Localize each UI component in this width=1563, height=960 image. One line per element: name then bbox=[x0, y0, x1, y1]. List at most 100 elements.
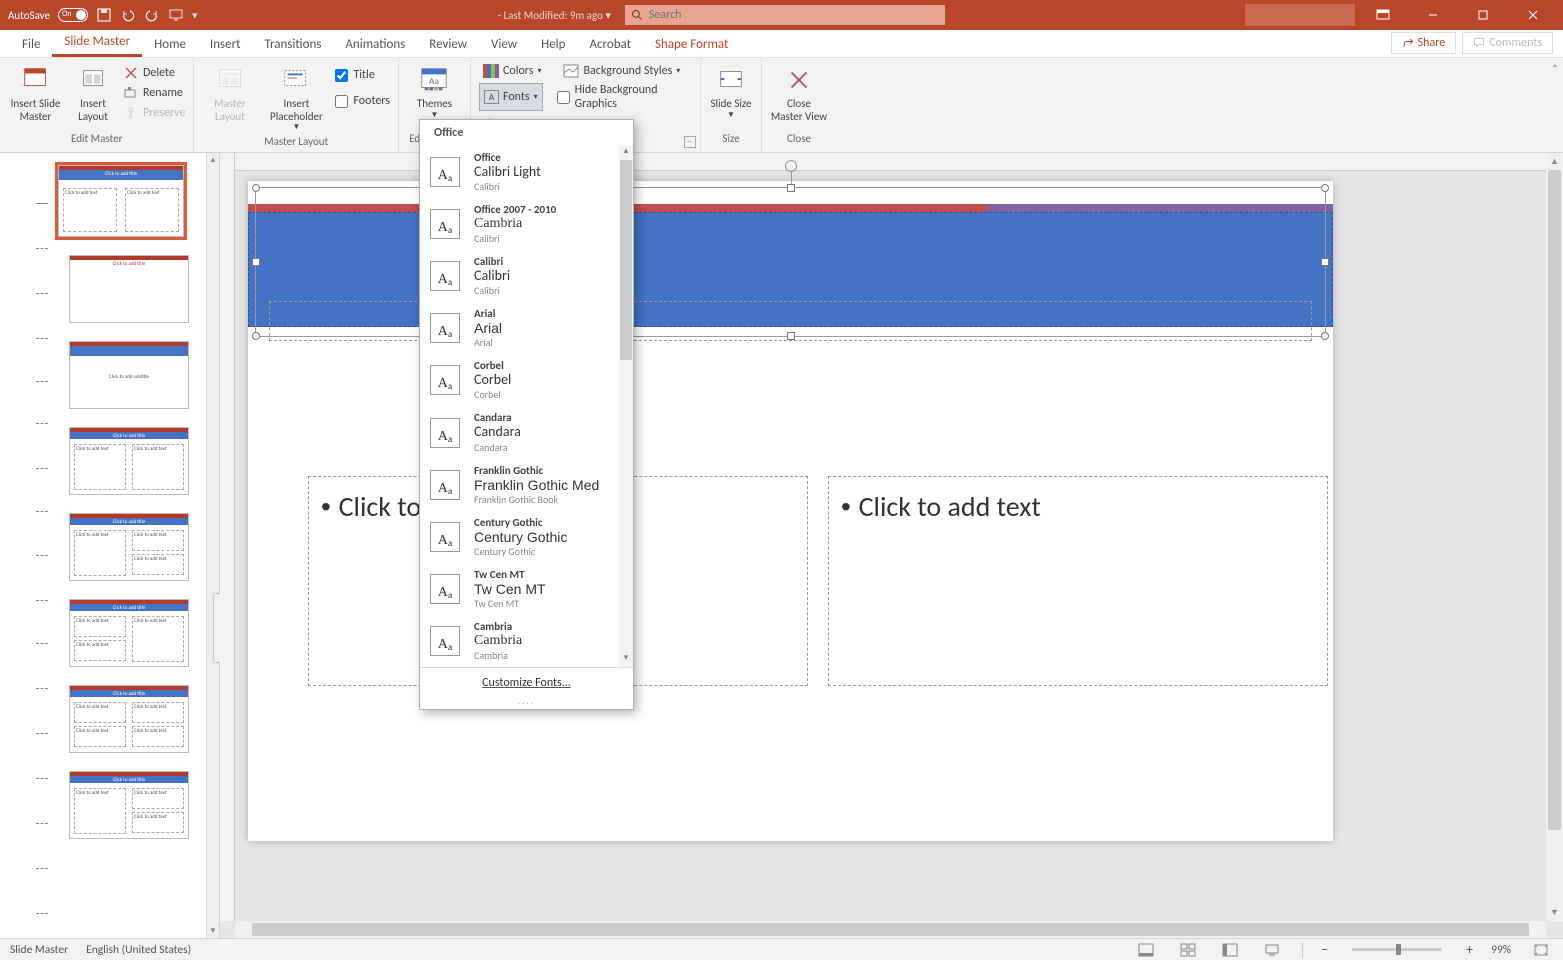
maximize-button[interactable] bbox=[1461, 0, 1505, 30]
search-box[interactable] bbox=[625, 5, 945, 25]
font-body-name: Calibri bbox=[474, 180, 541, 193]
fit-to-window-icon[interactable] bbox=[1529, 941, 1553, 959]
layout-thumbnail[interactable]: Click to add title bbox=[69, 255, 189, 323]
tab-slide-master[interactable]: Slide Master bbox=[52, 29, 142, 57]
colors-button[interactable]: Colors▾ bbox=[479, 62, 546, 80]
slideshow-view-icon[interactable] bbox=[1260, 941, 1284, 959]
layout-thumbnail[interactable]: Click to add title Click to add text Cli… bbox=[69, 513, 189, 581]
reading-view-icon[interactable] bbox=[1218, 941, 1242, 959]
font-scheme-item[interactable]: AaCandaraCandaraCandara bbox=[420, 406, 633, 458]
redo-icon[interactable] bbox=[144, 7, 160, 23]
delete-button[interactable]: Delete bbox=[123, 65, 185, 81]
font-scheme-item[interactable]: AaOffice 2007 - 2010CambriaCalibri bbox=[420, 198, 633, 250]
background-dialog-launcher[interactable]: ⌐ bbox=[684, 136, 696, 148]
zoom-slider[interactable] bbox=[1352, 948, 1442, 951]
preserve-button[interactable]: Preserve bbox=[123, 105, 185, 121]
close-button[interactable] bbox=[1511, 0, 1555, 30]
font-scheme-item[interactable]: AaArialArialArial bbox=[420, 302, 633, 354]
title-checkbox[interactable]: Title bbox=[335, 68, 390, 82]
font-scheme-item[interactable]: AaCalibriCalibriCalibri bbox=[420, 250, 633, 302]
background-styles-button[interactable]: Background Styles▾ bbox=[559, 62, 684, 80]
font-heading-name: Tw Cen MT bbox=[474, 581, 546, 597]
font-scheme-item[interactable]: AaCambriaCambriaCambria bbox=[420, 615, 633, 667]
tab-help[interactable]: Help bbox=[529, 32, 577, 57]
font-body-name: Tw Cen MT bbox=[474, 597, 546, 610]
layout-thumbnail[interactable]: Click to add title Click to add text Cli… bbox=[69, 771, 189, 839]
status-language[interactable]: English (United States) bbox=[86, 943, 191, 957]
tab-file[interactable]: File bbox=[10, 32, 52, 57]
insert-slide-master-button[interactable]: Insert Slide Master bbox=[8, 62, 63, 123]
zoom-out-button[interactable]: − bbox=[1321, 941, 1328, 958]
layout-thumbnail[interactable]: Click to add subtitle bbox=[69, 341, 189, 409]
themes-button[interactable]: AaThemes▼ bbox=[407, 62, 462, 120]
resize-handle[interactable] bbox=[1321, 184, 1329, 192]
slide-size-button[interactable]: Slide Size▼ bbox=[709, 62, 753, 120]
font-scheme-item[interactable]: AaFranklin GothicFranklin Gothic MedFran… bbox=[420, 459, 633, 511]
resize-handle[interactable] bbox=[252, 332, 260, 340]
dropdown-resize-grip[interactable]: ···· bbox=[420, 698, 633, 709]
font-heading-name: Franklin Gothic Med bbox=[474, 477, 599, 493]
fonts-list[interactable]: AaOfficeCalibri LightCalibriAaOffice 200… bbox=[420, 146, 633, 667]
normal-view-icon[interactable] bbox=[1134, 941, 1158, 959]
layout-thumbnail[interactable]: Click to add title Click to add text Cli… bbox=[69, 599, 189, 667]
autosave-toggle[interactable]: On bbox=[58, 8, 88, 22]
ribbon-display-options[interactable] bbox=[1361, 0, 1405, 30]
font-preview-icon: Aa bbox=[430, 157, 460, 187]
slide-canvas[interactable]: • Click to add text • Click to add text bbox=[248, 181, 1333, 841]
tab-view[interactable]: View bbox=[479, 32, 529, 57]
selection-frame[interactable] bbox=[255, 187, 1326, 337]
font-scheme-item[interactable]: AaOfficeCalibri LightCalibri bbox=[420, 146, 633, 198]
tab-home[interactable]: Home bbox=[142, 32, 198, 57]
tab-shape-format[interactable]: Shape Format bbox=[643, 32, 740, 57]
master-thumbnail[interactable]: Click to add title Click to add text Cli… bbox=[58, 165, 184, 237]
resize-handle[interactable] bbox=[787, 184, 795, 192]
save-icon[interactable] bbox=[96, 7, 112, 23]
font-scheme-item[interactable]: AaCorbelCorbelCorbel bbox=[420, 354, 633, 406]
resize-handle[interactable] bbox=[1321, 258, 1329, 266]
font-scheme-item[interactable]: AaTw Cen MTTw Cen MTTw Cen MT bbox=[420, 563, 633, 615]
vertical-scrollbar[interactable]: ▲▼ bbox=[1546, 153, 1563, 921]
tab-insert[interactable]: Insert bbox=[198, 32, 253, 57]
resize-handle[interactable] bbox=[1321, 332, 1329, 340]
close-master-view-button[interactable]: Close Master View bbox=[770, 62, 828, 123]
share-button[interactable]: Share bbox=[1391, 32, 1457, 54]
last-modified[interactable]: - Last Modified: 9m ago ▾ bbox=[498, 9, 611, 22]
font-body-name: Century Gothic bbox=[474, 545, 567, 558]
horizontal-scrollbar[interactable] bbox=[235, 921, 1546, 938]
svg-text:Aa: Aa bbox=[430, 75, 440, 87]
customize-fonts-button[interactable]: Customize Fonts... bbox=[420, 667, 633, 698]
panel-scrollbar[interactable]: ▲▼ bbox=[206, 153, 219, 938]
layout-thumbnail[interactable]: Click to add title Click to add text Cli… bbox=[69, 427, 189, 495]
sorter-view-icon[interactable] bbox=[1176, 941, 1200, 959]
content-placeholder-right[interactable]: • Click to add text bbox=[828, 476, 1328, 686]
font-preview-icon: Aa bbox=[430, 470, 460, 500]
search-input[interactable] bbox=[649, 8, 939, 22]
tab-transitions[interactable]: Transitions bbox=[252, 32, 333, 57]
tab-animations[interactable]: Animations bbox=[333, 32, 417, 57]
font-scheme-item[interactable]: AaCentury GothicCentury GothicCentury Go… bbox=[420, 511, 633, 563]
minimize-button[interactable] bbox=[1411, 0, 1455, 30]
thumbnails-list[interactable]: Click to add title Click to add text Cli… bbox=[54, 153, 206, 938]
resize-handle[interactable] bbox=[787, 332, 795, 340]
zoom-in-button[interactable]: + bbox=[1466, 941, 1473, 958]
slideshow-icon[interactable] bbox=[168, 7, 184, 23]
zoom-level[interactable]: 99% bbox=[1491, 943, 1511, 957]
insert-placeholder-button[interactable]: Insert Placeholder▼ bbox=[263, 62, 329, 132]
resize-handle[interactable] bbox=[252, 258, 260, 266]
tab-review[interactable]: Review bbox=[417, 32, 479, 57]
resize-handle[interactable] bbox=[252, 184, 260, 192]
font-body-name: Calibri bbox=[474, 232, 556, 245]
undo-icon[interactable] bbox=[120, 7, 136, 23]
fonts-button[interactable]: AFonts▾ bbox=[479, 83, 543, 111]
insert-layout-button[interactable]: Insert Layout bbox=[69, 62, 117, 123]
collapse-ribbon-icon[interactable]: ⌃ bbox=[1551, 62, 1559, 75]
rotate-handle[interactable] bbox=[785, 160, 797, 172]
layout-thumbnail[interactable]: Click to add title Click to add text Cli… bbox=[69, 685, 189, 753]
rename-button[interactable]: Rename bbox=[123, 85, 185, 101]
footers-checkbox[interactable]: Footers bbox=[335, 94, 390, 108]
tab-acrobat[interactable]: Acrobat bbox=[578, 32, 644, 57]
comments-button[interactable]: Comments bbox=[1462, 32, 1553, 54]
hide-bg-checkbox[interactable]: Hide Background Graphics bbox=[557, 83, 692, 111]
dropdown-scrollbar[interactable]: ▲▼ bbox=[619, 146, 633, 667]
user-account[interactable] bbox=[1245, 4, 1355, 26]
